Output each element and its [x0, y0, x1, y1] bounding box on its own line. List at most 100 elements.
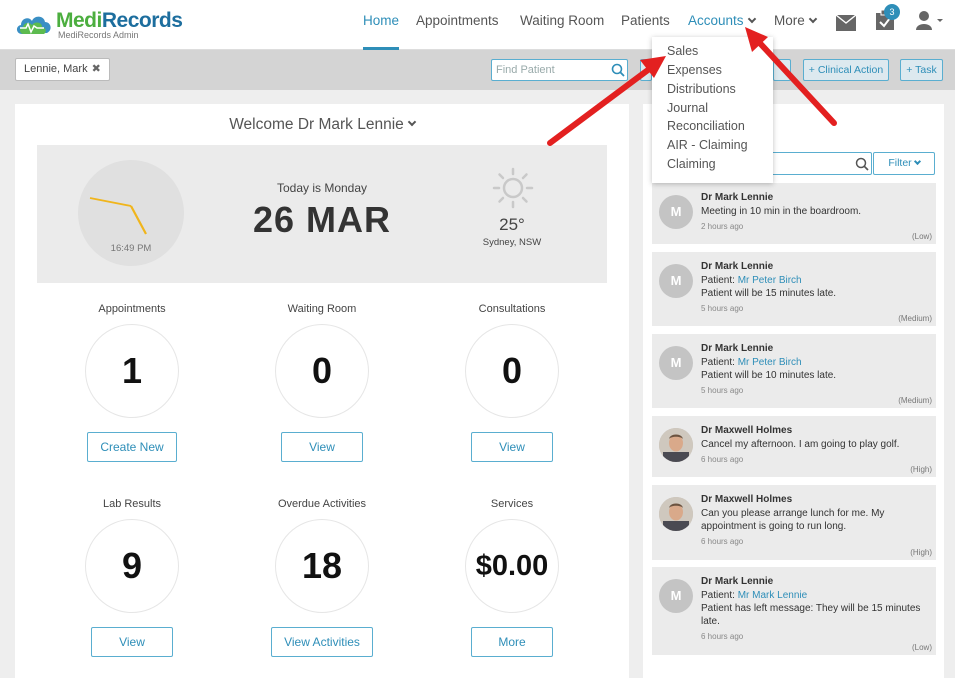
analog-clock: 16:49 PM: [78, 160, 184, 266]
stat-label: Lab Results: [102, 498, 162, 510]
stat-label: Waiting Room: [287, 303, 357, 315]
stat-value: 0: [465, 324, 559, 418]
stat-label: Consultations: [478, 303, 546, 315]
stat-value: 18: [275, 519, 369, 613]
view-consultations-button[interactable]: View: [471, 432, 553, 462]
tasks-count-badge: 3: [884, 4, 900, 20]
message-sender: Dr Maxwell Holmes: [701, 425, 793, 436]
search-icon[interactable]: [855, 157, 869, 171]
message-item[interactable]: M Dr Mark Lennie Patient: Mr Peter Birch…: [652, 252, 936, 326]
message-time: 5 hours ago: [701, 304, 744, 313]
message-text: Cancel my afternoon. I am going to play …: [701, 439, 900, 450]
message-time: 2 hours ago: [701, 222, 744, 231]
message-sender: Dr Mark Lennie: [701, 576, 774, 587]
doctor-photo-icon: [659, 497, 693, 531]
message-body: Meeting in 10 min in the boardroom. 2 hou…: [701, 205, 929, 233]
message-board-panel: oard Filter M Dr Mark Lennie Meeting in …: [643, 104, 944, 678]
menu-item-air-claiming[interactable]: AIR - Claiming: [667, 138, 748, 152]
message-item[interactable]: Dr Maxwell Holmes Can you please arrange…: [652, 485, 936, 560]
menu-item-claiming[interactable]: Claiming: [667, 157, 716, 171]
welcome-heading[interactable]: Welcome Dr Mark Lennie: [15, 116, 629, 134]
message-sender: Dr Mark Lennie: [701, 343, 774, 354]
current-patient-chip[interactable]: Lennie, Mark ✖: [15, 58, 110, 81]
message-text: Meeting in 10 min in the boardroom.: [701, 206, 862, 217]
patient-prefix: Patient:: [701, 275, 738, 286]
close-icon[interactable]: ✖: [92, 63, 101, 75]
view-activities-button[interactable]: View Activities: [271, 627, 373, 657]
create-new-appointment-button[interactable]: Create New: [87, 432, 177, 462]
message-priority: (High): [910, 548, 932, 557]
toolbar-button-partial[interactable]: [773, 59, 791, 81]
filter-button[interactable]: Filter: [873, 152, 935, 175]
date-weather-card: 16:49 PM Today is Monday 26 MAR 25° Sydn…: [37, 145, 607, 283]
message-priority: (Medium): [898, 314, 932, 323]
medirecords-logo[interactable]: MediRecords MediRecords Admin: [14, 6, 183, 46]
weather-location: Sydney, NSW: [482, 237, 542, 248]
message-body: Can you please arrange lunch for me. My …: [701, 507, 929, 548]
find-patient-input[interactable]: [492, 60, 610, 80]
nav-waiting-room[interactable]: Waiting Room: [520, 13, 604, 28]
nav-more-label: More: [774, 13, 805, 28]
message-time: 6 hours ago: [701, 537, 744, 546]
message-body: Patient: Mr Peter Birch Patient will be 1…: [701, 356, 929, 397]
avatar: M: [659, 195, 693, 229]
cloud-logo-icon: [16, 16, 51, 34]
message-priority: (Medium): [898, 396, 932, 405]
stat-value: 0: [275, 324, 369, 418]
welcome-title: Welcome Dr Mark Lennie: [229, 116, 404, 133]
menu-item-expenses[interactable]: Expenses: [667, 63, 722, 77]
menu-item-reconciliation[interactable]: Reconciliation: [667, 119, 745, 133]
accounts-dropdown-menu: Sales Expenses Distributions Journal Rec…: [652, 37, 773, 183]
add-task-button[interactable]: + Task: [900, 59, 943, 81]
today-label: Today is Monday: [276, 181, 368, 195]
message-item[interactable]: Dr Maxwell Holmes Cancel my afternoon. I…: [652, 416, 936, 477]
chevron-down-icon: [913, 157, 921, 166]
patient-link[interactable]: Mr Mark Lennie: [738, 590, 807, 601]
top-navigation-bar: MediRecords MediRecords Admin Home Appoi…: [0, 0, 955, 50]
message-sender: Dr Mark Lennie: [701, 261, 774, 272]
filter-label: Filter: [888, 157, 912, 169]
menu-item-journal[interactable]: Journal: [667, 101, 708, 115]
message-time: 6 hours ago: [701, 455, 744, 464]
message-sender: Dr Mark Lennie: [701, 192, 774, 203]
dashboard-panel: Welcome Dr Mark Lennie 16:49 PM Today is…: [15, 104, 629, 678]
logo-subtitle: MediRecords Admin: [58, 30, 139, 40]
menu-item-sales[interactable]: Sales: [667, 44, 698, 58]
message-text: Patient has left message: They will be 1…: [701, 603, 921, 627]
patient-link[interactable]: Mr Peter Birch: [738, 357, 802, 368]
chevron-down-icon: [808, 14, 818, 24]
avatar: [659, 428, 693, 462]
message-item[interactable]: M Dr Mark Lennie Patient: Mr Mark Lennie…: [652, 567, 936, 655]
nav-home[interactable]: Home: [363, 13, 399, 28]
more-services-button[interactable]: More: [471, 627, 553, 657]
message-time: 5 hours ago: [701, 386, 744, 395]
stat-value: 9: [85, 519, 179, 613]
message-text: Can you please arrange lunch for me. My …: [701, 508, 885, 532]
avatar: M: [659, 579, 693, 613]
nav-patients[interactable]: Patients: [621, 13, 670, 28]
nav-more[interactable]: More: [774, 13, 818, 28]
message-body: Patient: Mr Peter Birch Patient will be 1…: [701, 274, 929, 315]
stat-label: Overdue Activities: [277, 498, 367, 510]
message-item[interactable]: M Dr Mark Lennie Meeting in 10 min in th…: [652, 183, 936, 244]
search-icon[interactable]: [611, 63, 625, 77]
patient-toolbar: Lennie, Mark ✖ + Clinical Action + Task: [0, 50, 955, 90]
temperature: 25°: [499, 215, 525, 234]
nav-accounts[interactable]: Accounts: [688, 13, 756, 28]
message-item[interactable]: M Dr Mark Lennie Patient: Mr Peter Birch…: [652, 334, 936, 408]
menu-item-distributions[interactable]: Distributions: [667, 82, 736, 96]
user-account-icon[interactable]: [916, 9, 944, 31]
view-lab-results-button[interactable]: View: [91, 627, 173, 657]
message-text: Patient will be 10 minutes late.: [701, 370, 837, 381]
message-body: Patient: Mr Mark Lennie Patient has left …: [701, 589, 929, 643]
chevron-down-icon: [747, 14, 756, 24]
toolbar-button-hidden[interactable]: [640, 59, 652, 81]
patient-prefix: Patient:: [701, 357, 738, 368]
view-waiting-room-button[interactable]: View: [281, 432, 363, 462]
doctor-photo-icon: [659, 428, 693, 462]
patient-link[interactable]: Mr Peter Birch: [738, 275, 802, 286]
nav-appointments[interactable]: Appointments: [416, 13, 499, 28]
stat-value: 1: [85, 324, 179, 418]
mail-icon[interactable]: [836, 12, 856, 34]
add-clinical-action-button[interactable]: + Clinical Action: [803, 59, 889, 81]
